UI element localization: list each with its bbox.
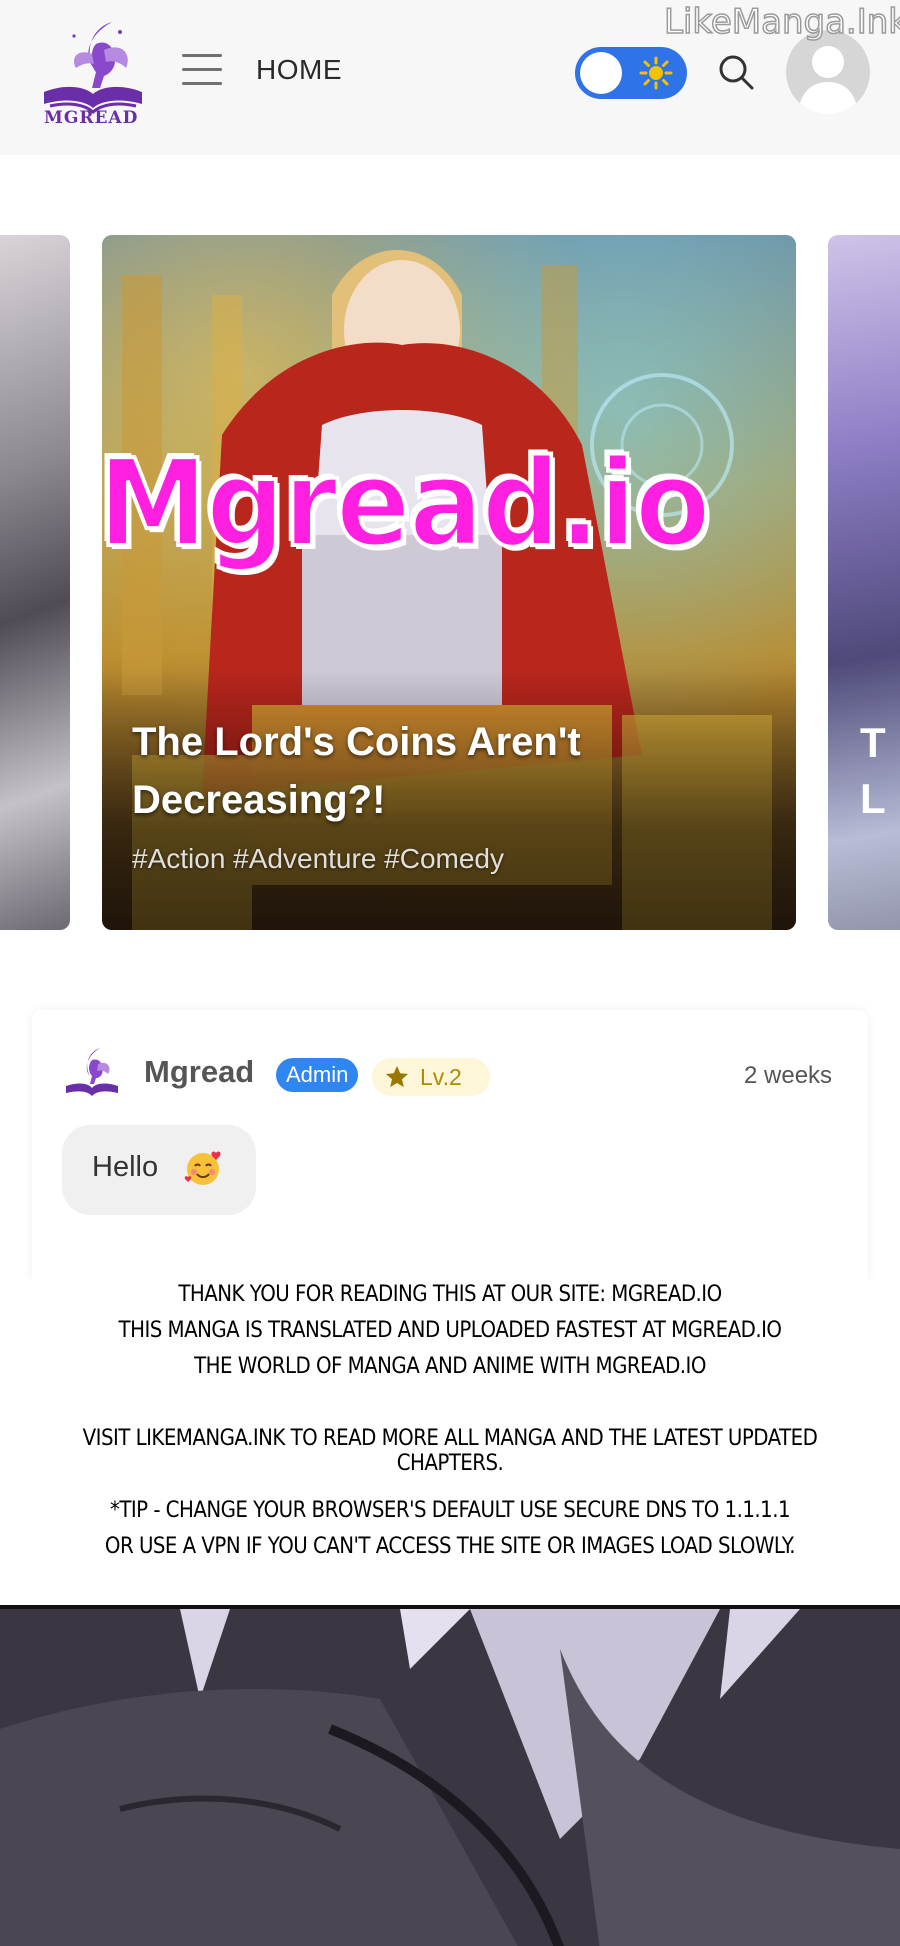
level-badge: Lv.2 xyxy=(372,1058,490,1096)
logo-text: MGREAD xyxy=(44,108,139,128)
star-icon xyxy=(386,1066,408,1087)
carousel-slide-featured[interactable]: The Lord's Coins Aren't Decreasing?! #Ac… xyxy=(102,235,796,930)
comment-time: 2 weeks xyxy=(744,1062,833,1089)
commenter-avatar-icon[interactable] xyxy=(62,1042,122,1102)
user-icon xyxy=(798,46,858,114)
notice-line-5: *TIP - CHANGE YOUR BROWSER'S DEFAULT USE… xyxy=(109,1498,791,1523)
notice-line-6: OR USE A VPN IF YOU CAN'T ACCESS THE SIT… xyxy=(104,1534,796,1559)
page: MGREAD HOME LikeManga.Ink The Lord's Coi… xyxy=(0,0,900,1946)
sun-icon xyxy=(639,56,673,90)
search-icon[interactable] xyxy=(716,52,756,92)
notice-line-1: THANK YOU FOR READING THIS AT OUR SITE: … xyxy=(178,1282,722,1307)
next-peek-letter-1: T xyxy=(860,719,886,766)
manga-page-panel xyxy=(0,1605,900,1946)
home-link[interactable]: HOME xyxy=(256,54,342,86)
user-avatar[interactable] xyxy=(786,30,870,114)
featured-title[interactable]: The Lord's Coins Aren't Decreasing?! xyxy=(132,713,692,829)
comment-card: Mgread Admin Lv.2 2 weeks Hello xyxy=(32,1010,868,1285)
toggle-knob xyxy=(580,52,622,94)
notice-line-4: VISIT LIKEMANGA.INK TO READ MORE ALL MAN… xyxy=(82,1426,818,1476)
comment-author[interactable]: Mgread xyxy=(144,1054,254,1090)
level-label: Lv.2 xyxy=(420,1064,462,1090)
featured-tags: #Action #Adventure #Comedy xyxy=(132,843,504,874)
smiling-face-with-hearts-icon xyxy=(184,1151,221,1185)
site-watermark: LikeManga.Ink xyxy=(663,1,900,43)
brand-watermark-overlay: Mgread.io xyxy=(96,433,712,576)
site-header: MGREAD HOME LikeManga.Ink xyxy=(0,0,900,155)
featured-carousel: The Lord's Coins Aren't Decreasing?! #Ac… xyxy=(0,155,900,975)
hamburger-menu-icon[interactable] xyxy=(182,54,226,88)
notice-line-3: THE WORLD OF MANGA AND ANIME WITH MGREAD… xyxy=(194,1354,706,1379)
next-peek-letter-2: L xyxy=(860,775,886,822)
carousel-slide-next[interactable]: T L xyxy=(828,235,900,930)
comment-bubble: Hello xyxy=(62,1125,256,1215)
comment-text: Hello xyxy=(92,1151,159,1183)
theme-toggle[interactable] xyxy=(575,47,687,99)
next-slide-title-peek: T L xyxy=(860,715,886,827)
site-notice: THANK YOU FOR READING THIS AT OUR SITE: … xyxy=(0,1280,900,1605)
manga-panel-art xyxy=(0,1609,900,1946)
carousel-slide-prev[interactable] xyxy=(0,235,70,930)
notice-line-2: THIS MANGA IS TRANSLATED AND UPLOADED FA… xyxy=(118,1318,782,1343)
admin-badge: Admin xyxy=(276,1058,359,1092)
